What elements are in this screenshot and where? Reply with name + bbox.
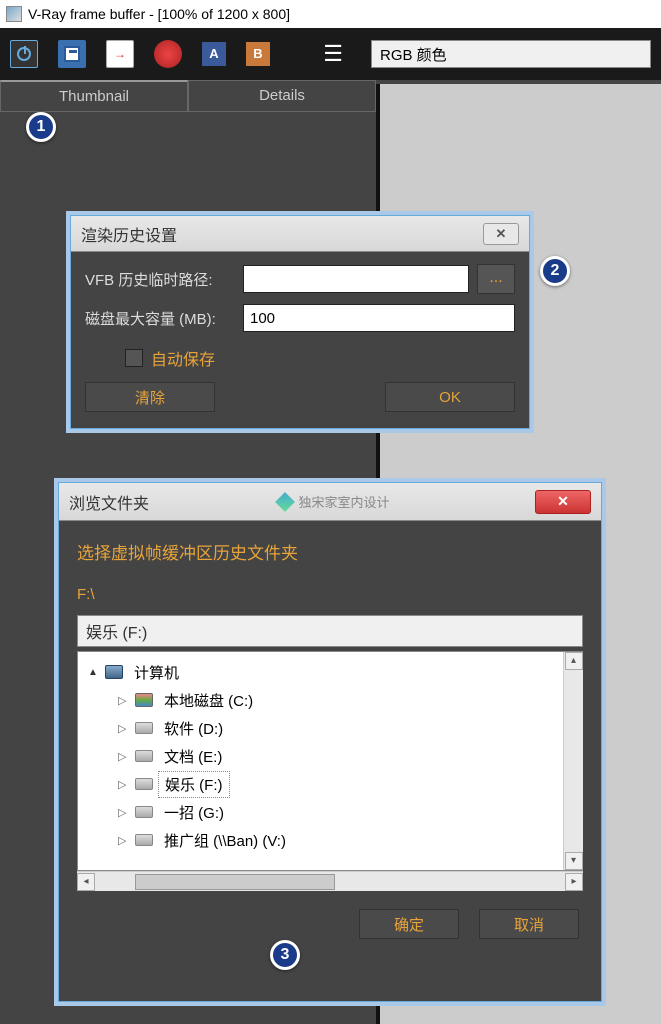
- path-input[interactable]: [243, 265, 469, 293]
- browse-cancel-button[interactable]: 取消: [479, 909, 579, 939]
- channel-a-button[interactable]: A: [202, 42, 226, 66]
- expand-icon[interactable]: [118, 834, 130, 847]
- folder-path-input[interactable]: [77, 615, 583, 647]
- annotation-badge-3: 3: [270, 940, 300, 970]
- tree-node[interactable]: 软件 (D:): [158, 716, 229, 741]
- tree-node[interactable]: 一招 (G:): [158, 800, 230, 825]
- scroll-up-icon[interactable]: ▴: [565, 652, 583, 670]
- computer-icon: [104, 663, 124, 681]
- browse-button[interactable]: ...: [477, 264, 515, 294]
- current-path: F:\: [77, 586, 583, 603]
- tree-scrollbar-horizontal[interactable]: ◂ ▸: [77, 871, 583, 891]
- expand-icon[interactable]: [118, 806, 130, 819]
- tree-node[interactable]: 推广组 (\\Ban) (V:): [158, 828, 292, 853]
- browse-close-button[interactable]: ✕: [535, 490, 591, 514]
- capacity-input[interactable]: [243, 304, 515, 332]
- browse-folder-dialog: 浏览文件夹 独宋家室内设计 ✕ 选择虚拟帧缓冲区历史文件夹 F:\ 计算机 本地…: [58, 482, 602, 1002]
- tree-node-selected[interactable]: 娱乐 (F:): [158, 771, 230, 798]
- disk-icon: [134, 719, 154, 737]
- path-label: VFB 历史临时路径:: [85, 269, 235, 290]
- expand-icon[interactable]: [118, 722, 130, 735]
- logo-text: 独宋家室内设计: [299, 492, 390, 511]
- dialog-titlebar[interactable]: 渲染历史设置 ✕: [71, 216, 529, 252]
- disk-icon: [134, 747, 154, 765]
- disk-icon: [134, 691, 154, 709]
- channel-select[interactable]: [371, 40, 651, 68]
- capacity-label: 磁盘最大容量 (MB):: [85, 308, 235, 329]
- expand-icon[interactable]: [118, 778, 130, 791]
- save-button[interactable]: [58, 40, 86, 68]
- history-settings-dialog: 渲染历史设置 ✕ VFB 历史临时路径: ... 磁盘最大容量 (MB): 自动…: [70, 215, 530, 429]
- tree-node[interactable]: 本地磁盘 (C:): [158, 688, 259, 713]
- tree-node-computer[interactable]: 计算机: [128, 660, 185, 685]
- dialog-close-button[interactable]: ✕: [483, 223, 519, 245]
- logo-icon: [275, 492, 295, 512]
- browse-ok-button[interactable]: 确定: [359, 909, 459, 939]
- main-toolbar: → A B ☰: [0, 28, 661, 80]
- load-icon: →: [114, 47, 126, 61]
- load-button[interactable]: →: [106, 40, 134, 68]
- clear-button[interactable]: 清除: [85, 382, 215, 412]
- disk-icon: [134, 803, 154, 821]
- close-icon: ✕: [557, 493, 569, 510]
- channel-b-button[interactable]: B: [246, 42, 270, 66]
- tree-node[interactable]: 文档 (E:): [158, 744, 228, 769]
- dialog-title: 渲染历史设置: [81, 222, 483, 246]
- scroll-down-icon[interactable]: ▾: [565, 852, 583, 870]
- browse-title: 浏览文件夹: [69, 490, 215, 514]
- expand-icon[interactable]: [88, 666, 100, 678]
- scroll-right-icon[interactable]: ▸: [565, 873, 583, 891]
- scroll-left-icon[interactable]: ◂: [77, 873, 95, 891]
- folder-tree[interactable]: 计算机 本地磁盘 (C:) 软件 (D:) 文档 (E:) 娱乐 (F:): [77, 651, 583, 871]
- autosave-checkbox[interactable]: [125, 349, 143, 367]
- scroll-thumb[interactable]: [135, 874, 335, 890]
- save-icon: [64, 46, 80, 62]
- ok-button[interactable]: OK: [385, 382, 515, 412]
- tab-details[interactable]: Details: [188, 80, 376, 112]
- panel-tabs: Thumbnail Details: [0, 80, 376, 112]
- annotation-badge-1: 1: [26, 112, 56, 142]
- watermark: 独宋家室内设计: [275, 492, 390, 512]
- expand-icon[interactable]: [118, 694, 130, 707]
- app-icon: [6, 6, 22, 22]
- browse-titlebar[interactable]: 浏览文件夹 独宋家室内设计 ✕: [59, 483, 601, 521]
- power-icon: [17, 47, 31, 61]
- autosave-label: 自动保存: [151, 346, 215, 370]
- window-titlebar: V-Ray frame buffer - [100% of 1200 x 800…: [0, 0, 661, 28]
- tab-thumbnail[interactable]: Thumbnail: [0, 80, 188, 112]
- disk-icon: [134, 775, 154, 793]
- menu-button[interactable]: ☰: [323, 41, 343, 67]
- clear-button[interactable]: [154, 40, 182, 68]
- close-icon: ✕: [496, 226, 507, 242]
- window-title-text: V-Ray frame buffer - [100% of 1200 x 800…: [28, 6, 290, 22]
- expand-icon[interactable]: [118, 750, 130, 763]
- tree-scrollbar-vertical[interactable]: ▴ ▾: [563, 652, 583, 870]
- disk-icon: [134, 831, 154, 849]
- power-button[interactable]: [10, 40, 38, 68]
- annotation-badge-2: 2: [540, 256, 570, 286]
- browse-prompt: 选择虚拟帧缓冲区历史文件夹: [77, 539, 583, 564]
